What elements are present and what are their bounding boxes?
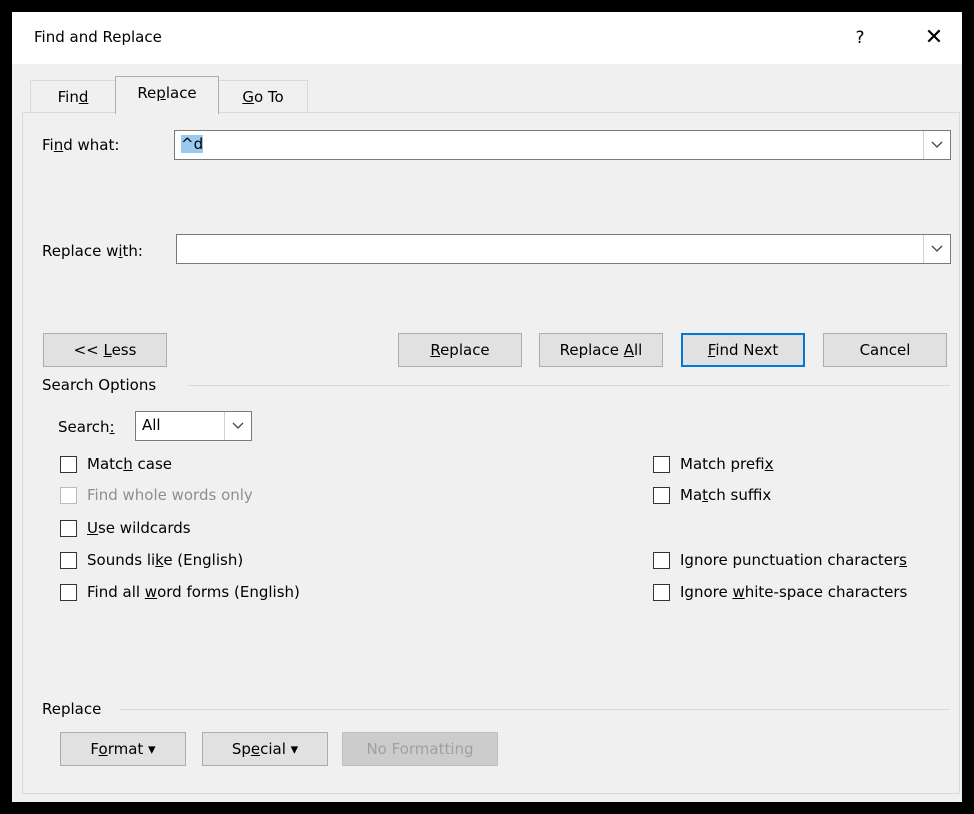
tab-label: Fin [57,88,79,106]
match-prefix-label: Match prefix [680,455,774,473]
find-what-combobox[interactable]: ^d [174,130,951,160]
wildcards-checkbox[interactable] [60,520,77,537]
no-formatting-button: No Formatting [342,732,498,766]
title-bar: Find and Replace ? ✕ [12,12,962,64]
sounds-like-label: Sounds like (English) [87,551,244,569]
less-button[interactable]: << Less [43,333,167,367]
find-replace-dialog: Find and Replace ? ✕ Find Replace Go To … [12,12,962,802]
tab-goto[interactable]: Go To [218,80,308,114]
match-suffix-checkbox[interactable] [653,487,670,504]
replace-with-combobox[interactable] [176,234,951,264]
sounds-like-checkbox[interactable] [60,552,77,569]
special-button[interactable]: Special ▾ [202,732,328,766]
whole-words-checkbox [60,487,77,504]
wildcards-label: Use wildcards [87,519,191,537]
search-options-heading: Search Options [42,376,157,394]
cancel-button[interactable]: Cancel [823,333,947,367]
ignore-whitespace-label: Ignore white-space characters [680,583,908,601]
word-forms-checkbox[interactable] [60,584,77,601]
whole-words-label: Find whole words only [87,486,253,504]
close-button[interactable]: ✕ [914,22,954,54]
tab-accel: p [156,84,166,102]
tab-replace[interactable]: Replace [115,76,219,114]
tab-accel: d [78,88,89,106]
replace-section-heading: Replace [42,700,102,718]
search-label: Search: [58,418,115,436]
word-forms-label: Find all word forms (English) [87,583,300,601]
window-title: Find and Replace [34,28,162,46]
find-what-label: Find what: [42,136,120,154]
ignore-punctuation-label: Ignore punctuation characters [680,551,907,569]
replace-with-label: Replace with: [42,242,143,260]
tab-find[interactable]: Find [30,80,116,114]
replace-tab-panel [22,112,960,794]
replace-all-button[interactable]: Replace All [539,333,663,367]
find-next-button[interactable]: Find Next [681,333,805,367]
find-what-value: ^d [181,135,204,153]
tab-label: Re [137,84,157,102]
chevron-down-icon[interactable] [923,131,950,159]
search-direction-value: All [142,416,161,434]
ignore-punctuation-checkbox[interactable] [653,552,670,569]
match-prefix-checkbox[interactable] [653,456,670,473]
tab-label: o To [253,88,284,106]
format-button[interactable]: Format ▾ [60,732,186,766]
ignore-whitespace-checkbox[interactable] [653,584,670,601]
group-divider [188,385,950,386]
help-button[interactable]: ? [842,22,878,54]
replace-button[interactable]: Replace [398,333,522,367]
chevron-down-icon[interactable] [224,412,251,440]
group-divider [120,709,950,710]
match-case-checkbox[interactable] [60,456,77,473]
tab-accel: G [242,88,254,106]
search-direction-select[interactable]: All [135,411,252,441]
match-suffix-label: Match suffix [680,486,772,504]
match-case-label: Match case [87,455,173,473]
tab-label: lace [165,84,197,102]
chevron-down-icon[interactable] [923,235,950,263]
